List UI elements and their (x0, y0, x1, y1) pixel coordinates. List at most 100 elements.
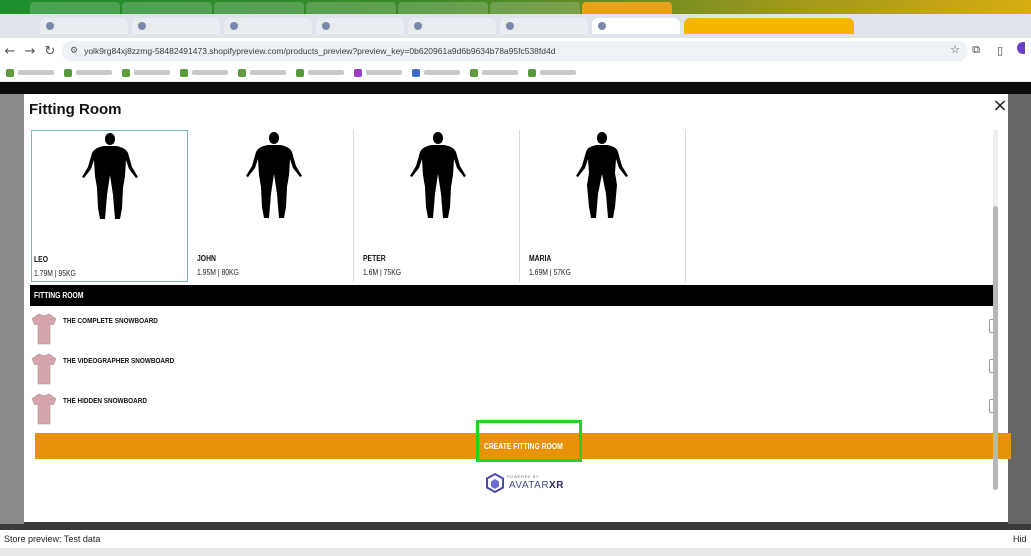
tshirt-icon (31, 353, 57, 385)
browser-tab[interactable] (214, 2, 304, 14)
favicon-icon (598, 22, 606, 30)
browser-tab[interactable] (408, 18, 496, 34)
bookmark-item[interactable] (180, 68, 228, 77)
bookmark-label (540, 70, 576, 75)
site-info-icon[interactable]: ⚙ (70, 46, 78, 56)
reload-icon[interactable]: ↻ (40, 41, 60, 61)
bookmark-favicon-icon (354, 68, 362, 77)
browser-tab-strip (0, 0, 1031, 14)
avatar-stats: 1.95M | 80KG (197, 268, 239, 277)
avatar-selector: LEO 1.79M | 95KG JOHN 1.95M | 80KG PETER… (31, 130, 686, 282)
page-left-gutter (0, 94, 24, 524)
bookmark-star-icon[interactable]: ☆ (950, 43, 960, 56)
avatar-name: JOHN (197, 254, 216, 263)
favicon-icon (230, 22, 238, 30)
favicon-icon (414, 22, 422, 30)
profile-avatar[interactable] (1017, 42, 1025, 54)
bookmark-label (76, 70, 112, 75)
highlight-box (476, 420, 582, 462)
browser-tab[interactable] (30, 2, 120, 14)
avatar-stats: 1.69M | 57KG (529, 268, 571, 277)
avatar-silhouette-icon (246, 132, 302, 218)
bookmark-label (424, 70, 460, 75)
brand-part-b: XR (549, 480, 564, 491)
bookmark-item[interactable] (470, 68, 518, 77)
favicon-icon (506, 22, 514, 30)
product-name: THE VIDEOGRAPHER SNOWBOARD (63, 356, 175, 365)
favicon-icon (138, 22, 146, 30)
store-preview-bar: Store preview: Test data Hide (0, 530, 1031, 548)
bookmarks-bar (0, 64, 1031, 82)
bookmark-favicon-icon (64, 68, 72, 77)
browser-tabs-row (0, 14, 1031, 38)
bookmark-item[interactable] (122, 68, 170, 77)
url-text: yolk9rg84xj8zzmg-58482491473.shopifyprev… (84, 46, 556, 56)
avatar-name: MARIA (529, 254, 552, 263)
sidebar-icon[interactable]: ▯ (993, 42, 1007, 58)
avatar-stats: 1.79M | 95KG (34, 269, 76, 278)
product-name: THE HIDDEN SNOWBOARD (63, 396, 147, 405)
browser-tab[interactable] (684, 18, 854, 34)
bookmark-favicon-icon (122, 68, 130, 77)
hide-link[interactable]: Hide (1013, 534, 1027, 544)
browser-tab-active[interactable] (592, 18, 680, 34)
bookmark-favicon-icon (6, 68, 14, 77)
fitting-room-section-header[interactable]: FITTING ROOM ⌄ (30, 285, 995, 306)
bookmark-item[interactable] (354, 68, 402, 77)
bookmark-label (134, 70, 170, 75)
bookmark-favicon-icon (296, 68, 304, 77)
tshirt-icon (31, 313, 57, 345)
bookmark-label (250, 70, 286, 75)
product-name: THE COMPLETE SNOWBOARD (63, 316, 158, 325)
bookmark-item[interactable] (238, 68, 286, 77)
browser-tab[interactable] (132, 18, 220, 34)
bookmark-favicon-icon (238, 68, 246, 77)
powered-by-text: POWERED BY (507, 474, 540, 479)
powered-by-avatarxr: POWERED BY AVATARXR (485, 472, 575, 494)
extensions-icon[interactable]: ⧉ (969, 42, 983, 58)
bookmark-label (482, 70, 518, 75)
modal-scrollbar[interactable] (993, 130, 998, 490)
bookmark-item[interactable] (412, 68, 460, 77)
close-icon[interactable]: × (992, 97, 1008, 115)
browser-tab-active[interactable] (582, 2, 672, 14)
browser-tab[interactable] (122, 2, 212, 14)
forward-arrow-icon[interactable]: → (20, 41, 40, 61)
bookmark-item[interactable] (64, 68, 112, 77)
avatar-stats: 1.6M | 75KG (363, 268, 402, 277)
browser-toolbar: ← → ↻ ⚙ yolk9rg84xj8zzmg-58482491473.sho… (0, 38, 1031, 64)
browser-tab[interactable] (40, 18, 128, 34)
browser-tab[interactable] (224, 18, 312, 34)
tshirt-icon (31, 393, 57, 425)
bookmark-favicon-icon (180, 68, 188, 77)
avatar-card-john[interactable]: JOHN 1.95M | 80KG (188, 130, 354, 282)
scrollbar-thumb[interactable] (993, 206, 998, 490)
bookmark-item[interactable] (6, 68, 54, 77)
browser-tab[interactable] (398, 2, 488, 14)
avatar-card-leo[interactable]: LEO 1.79M | 95KG (31, 130, 188, 282)
brand-name: AVATARXR (509, 480, 564, 491)
brand-part-a: AVATAR (509, 480, 550, 491)
address-bar[interactable]: ⚙ yolk9rg84xj8zzmg-58482491473.shopifypr… (62, 41, 968, 61)
store-preview-text: Store preview: Test data (4, 534, 101, 544)
bookmark-label (366, 70, 402, 75)
fitting-room-item: THE VIDEOGRAPHER SNOWBOARD (31, 351, 995, 387)
browser-tab[interactable] (490, 2, 580, 14)
bookmark-favicon-icon (528, 68, 536, 77)
bookmark-item[interactable] (296, 68, 344, 77)
avatar-silhouette-icon (576, 132, 628, 218)
browser-tab[interactable] (306, 2, 396, 14)
avatar-silhouette-icon (410, 132, 466, 218)
store-header (0, 82, 1031, 94)
avatar-name: LEO (34, 255, 48, 264)
modal-scroll-area[interactable]: LEO 1.79M | 95KG JOHN 1.95M | 80KG PETER… (29, 130, 995, 522)
browser-tab[interactable] (500, 18, 588, 34)
avatar-card-maria[interactable]: MARIA 1.69M | 57KG (520, 130, 686, 282)
back-arrow-icon[interactable]: ← (0, 41, 20, 61)
browser-tab[interactable] (316, 18, 404, 34)
bookmark-item[interactable] (528, 68, 576, 77)
bookmark-favicon-icon (470, 68, 478, 77)
favicon-icon (46, 22, 54, 30)
avatar-card-peter[interactable]: PETER 1.6M | 75KG (354, 130, 520, 282)
fitting-room-item: THE COMPLETE SNOWBOARD (31, 311, 995, 347)
